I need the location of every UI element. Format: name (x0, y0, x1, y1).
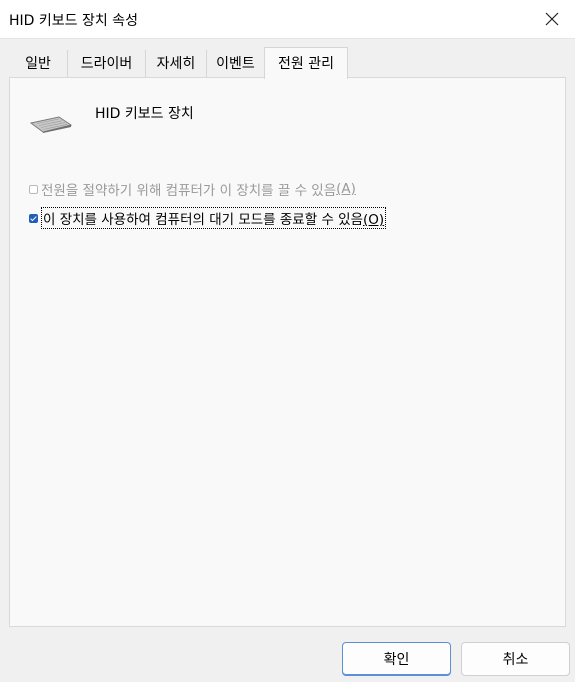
cancel-button[interactable]: 취소 (461, 642, 570, 676)
tab-general-label: 일반 (25, 55, 51, 72)
ok-button[interactable]: 확인 (342, 642, 451, 676)
allow-wake-accel: (O) (363, 212, 385, 228)
allow-wake-option[interactable]: 이 장치를 사용하여 컴퓨터의 대기 모드를 종료할 수 있음(O) (29, 207, 387, 229)
tab-events[interactable]: 이벤트 (207, 50, 265, 77)
allow-wake-label: 이 장치를 사용하여 컴퓨터의 대기 모드를 종료할 수 있음 (43, 212, 363, 228)
title-bar: HID 키보드 장치 속성 (0, 0, 575, 39)
ok-button-label: 확인 (383, 652, 410, 668)
allow-power-off-checkbox (29, 184, 38, 194)
keyboard-icon (29, 116, 73, 133)
tab-details-label: 자세히 (156, 55, 196, 72)
tab-panel-power-management: HID 키보드 장치 전원을 절약하기 위해 컴퓨터가 이 장치를 끌 수 있음… (9, 77, 566, 627)
allow-wake-label-wrap[interactable]: 이 장치를 사용하여 컴퓨터의 대기 모드를 종료할 수 있음(O) (41, 207, 387, 229)
tab-general[interactable]: 일반 (9, 50, 68, 77)
device-name: HID 키보드 장치 (95, 106, 194, 122)
tab-driver[interactable]: 드라이버 (68, 50, 146, 77)
allow-power-off-accel: (A) (336, 181, 356, 197)
window-title: HID 키보드 장치 속성 (9, 13, 138, 29)
tab-details[interactable]: 자세히 (146, 50, 207, 77)
tab-driver-label: 드라이버 (80, 55, 133, 72)
allow-power-off-label: 전원을 절약하기 위해 컴퓨터가 이 장치를 끌 수 있음 (41, 183, 337, 199)
tab-power-management-label: 전원 관리 (278, 55, 334, 72)
close-button[interactable] (529, 0, 575, 38)
tab-power-management[interactable]: 전원 관리 (264, 47, 348, 79)
close-icon (545, 12, 559, 26)
allow-power-off-option: 전원을 절약하기 위해 컴퓨터가 이 장치를 끌 수 있음 (A) (29, 179, 356, 199)
allow-wake-checkbox[interactable] (29, 213, 38, 223)
cancel-button-label: 취소 (502, 652, 529, 668)
tab-events-label: 이벤트 (216, 55, 255, 72)
